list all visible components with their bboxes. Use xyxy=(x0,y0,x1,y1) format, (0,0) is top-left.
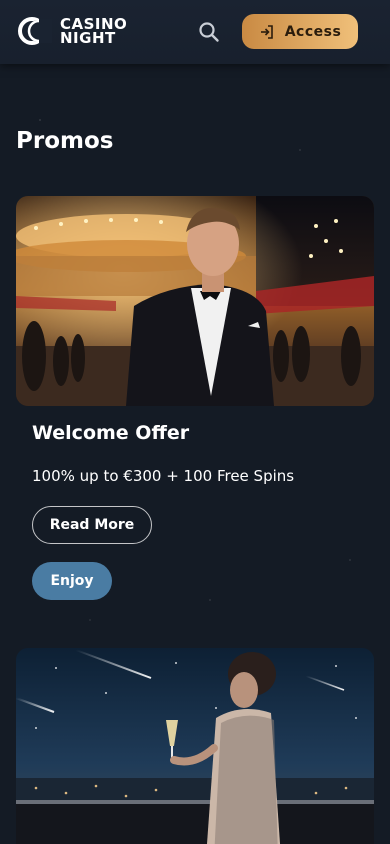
welcome-offer-image[interactable] xyxy=(16,196,374,406)
read-more-button[interactable]: Read More xyxy=(32,506,152,544)
casino-night-logo[interactable]: CASINO NIGHT xyxy=(16,17,127,47)
logo-wordmark: CASINO NIGHT xyxy=(60,17,127,47)
read-more-label: Read More xyxy=(49,517,135,533)
page-title: Promos xyxy=(16,128,114,154)
crescent-moon-logo-icon xyxy=(16,17,53,45)
promo-title: Welcome Offer xyxy=(32,422,190,444)
logo-line-2: NIGHT xyxy=(60,29,116,47)
access-button[interactable]: Access xyxy=(242,14,358,49)
login-icon xyxy=(260,24,273,39)
enjoy-button[interactable]: Enjoy xyxy=(32,562,112,600)
promos-page: CASINO NIGHT Access Promos Welcome Offer… xyxy=(0,0,390,844)
second-promo-image[interactable] xyxy=(16,648,374,844)
access-label: Access xyxy=(284,23,342,40)
search-icon xyxy=(199,22,219,42)
promo-description: 100% up to €300 + 100 Free Spins xyxy=(32,467,295,485)
search-button[interactable] xyxy=(197,20,221,44)
top-header: CASINO NIGHT Access xyxy=(0,0,390,64)
enjoy-label: Enjoy xyxy=(50,573,94,589)
